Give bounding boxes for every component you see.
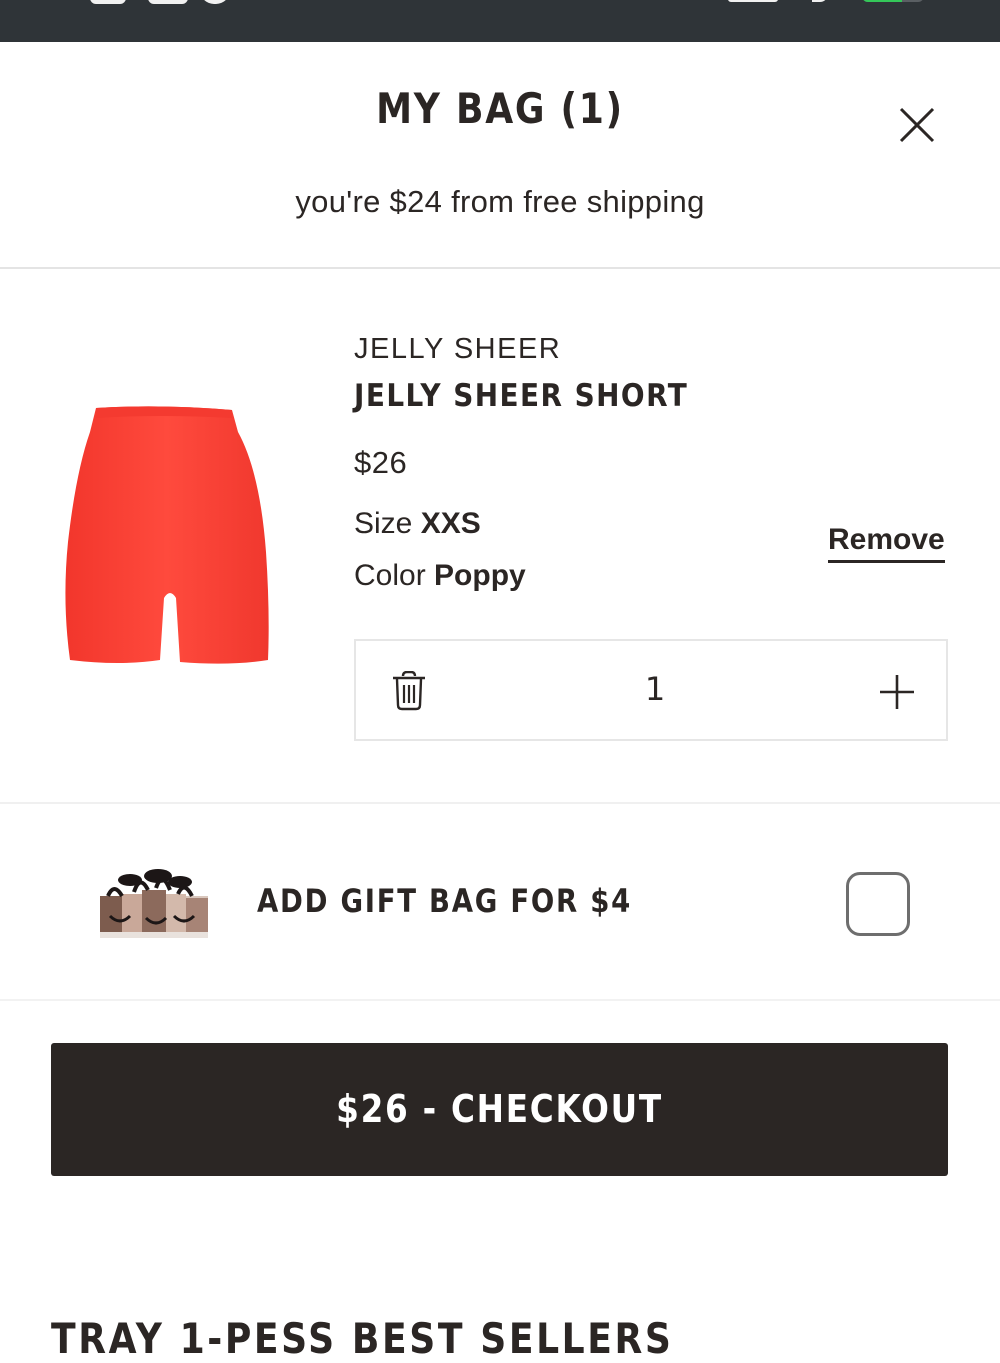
checkout-label: $26 - CHECKOUT xyxy=(336,1087,663,1131)
page-title: MY BAG (1) xyxy=(376,84,624,133)
size-label: Size xyxy=(354,507,413,540)
gift-bag-checkbox[interactable] xyxy=(846,872,910,936)
shorts-image xyxy=(65,406,269,664)
quantity-stepper: 1 xyxy=(354,639,948,741)
color-label: Color xyxy=(354,559,426,592)
bag-header: MY BAG (1) you're $24 from free shipping xyxy=(0,42,1000,268)
location-icon xyxy=(812,0,828,2)
free-shipping-message: you're $24 from free shipping xyxy=(295,184,705,219)
battery-icon xyxy=(862,0,924,2)
product-name[interactable]: JELLY SHEER SHORT xyxy=(354,378,688,414)
product-price: $26 xyxy=(354,445,408,480)
increase-quantity-button[interactable] xyxy=(876,671,918,713)
gift-bag-photo xyxy=(100,869,208,938)
remove-button[interactable]: Remove xyxy=(828,522,945,563)
divider xyxy=(0,267,1000,269)
product-image[interactable] xyxy=(60,402,274,666)
color-value: Poppy xyxy=(434,559,526,592)
battery-level xyxy=(862,0,903,2)
product-brand: JELLY SHEER xyxy=(354,333,562,365)
close-button[interactable] xyxy=(896,104,938,146)
signal-icon xyxy=(728,0,778,2)
gift-bag-image xyxy=(100,866,208,940)
size-value: XXS xyxy=(420,507,481,540)
product-color: Color Poppy xyxy=(354,559,526,593)
divider xyxy=(0,802,1000,804)
quantity-value: 1 xyxy=(644,670,666,708)
product-size: Size XXS xyxy=(354,507,481,541)
status-bar xyxy=(0,0,1000,42)
divider xyxy=(0,999,1000,1001)
checkout-button[interactable]: $26 - CHECKOUT xyxy=(51,1043,948,1176)
plus-icon xyxy=(880,675,914,709)
close-icon xyxy=(899,107,935,143)
recommendations-heading: TRAY 1-PESS BEST SELLERS xyxy=(51,1314,674,1363)
status-time xyxy=(90,0,235,4)
gift-bag-label: ADD GIFT BAG FOR $4 xyxy=(257,882,632,920)
